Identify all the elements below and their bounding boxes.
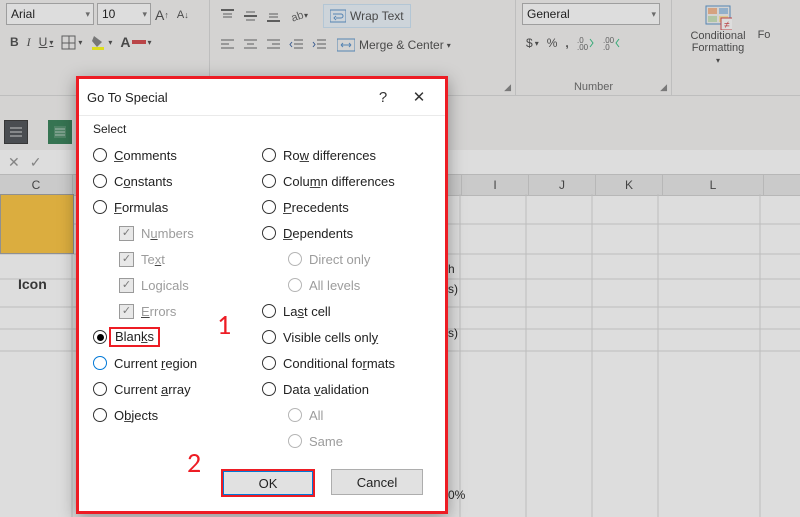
format-table-button[interactable]: Fo xyxy=(751,4,777,66)
radio-row-differences[interactable]: Row differences xyxy=(262,142,431,168)
wrap-text-button[interactable]: Wrap Text xyxy=(323,4,411,28)
orientation-icon[interactable]: ab▾ xyxy=(286,4,311,26)
radio-blanks[interactable]: Blanks xyxy=(93,324,262,350)
decrease-decimal-icon[interactable]: .00.0 xyxy=(600,32,624,54)
increase-decimal-icon[interactable]: .0.00 xyxy=(574,32,598,54)
dialog-launcher-icon[interactable]: ◢ xyxy=(660,82,667,93)
close-button[interactable]: ✕ xyxy=(401,88,437,106)
ok-button[interactable]: OK xyxy=(221,469,315,497)
radio-current-region[interactable]: Current region xyxy=(93,350,262,376)
increase-indent-icon[interactable] xyxy=(309,33,330,55)
radio-data-validation[interactable]: Data validation xyxy=(262,376,431,402)
merge-center-button[interactable]: Merge & Center▾ xyxy=(332,33,456,57)
radio-direct-only: Direct only xyxy=(262,246,431,272)
fill-color-button[interactable]: ▾ xyxy=(87,31,115,53)
italic-button[interactable]: I xyxy=(24,31,34,53)
align-right-icon[interactable] xyxy=(263,33,284,55)
dialog-titlebar[interactable]: Go To Special ? ✕ xyxy=(79,79,445,116)
svg-text:.0: .0 xyxy=(603,43,610,50)
col-header[interactable]: J xyxy=(529,175,596,195)
radio-current-array[interactable]: Current array xyxy=(93,376,262,402)
dialog-title: Go To Special xyxy=(87,90,365,105)
radio-last-cell[interactable]: Last cell xyxy=(262,298,431,324)
number-group-label: Number◢ xyxy=(522,81,665,95)
cancel-button[interactable]: Cancel xyxy=(331,469,423,495)
align-left-icon[interactable] xyxy=(217,33,238,55)
header-text: Icon xyxy=(18,276,47,292)
go-to-special-dialog: Go To Special ? ✕ Select CCommentsomment… xyxy=(76,76,448,514)
percent-button[interactable]: % xyxy=(544,32,561,54)
col-header[interactable]: I xyxy=(462,175,529,195)
align-top-icon[interactable] xyxy=(217,4,238,26)
border-button[interactable]: ▾ xyxy=(58,31,85,53)
check-numbers: Numbers xyxy=(93,220,262,246)
col-header[interactable]: C xyxy=(0,175,73,195)
number-format-combo[interactable]: General xyxy=(522,3,660,25)
decrease-indent-icon[interactable] xyxy=(286,33,307,55)
col-header[interactable]: L xyxy=(663,175,764,195)
radio-constants[interactable]: Constants xyxy=(93,168,262,194)
currency-button[interactable]: $▾ xyxy=(523,32,542,54)
radio-all-levels: All levels xyxy=(262,272,431,298)
select-label: Select xyxy=(93,122,431,136)
radio-dependents[interactable]: Dependents xyxy=(262,220,431,246)
radio-same: Same xyxy=(262,428,431,454)
underline-button[interactable]: U▾ xyxy=(36,31,57,53)
cancel-entry-icon[interactable]: ✕ xyxy=(8,154,20,171)
radio-comments[interactable]: CCommentsomments xyxy=(93,142,262,168)
enter-entry-icon[interactable]: ✓ xyxy=(30,154,42,171)
svg-text:ab: ab xyxy=(290,9,304,23)
check-text: Text xyxy=(93,246,262,272)
radio-precedents[interactable]: Precedents xyxy=(262,194,431,220)
align-center-icon[interactable] xyxy=(240,33,261,55)
bold-button[interactable]: B xyxy=(7,31,22,53)
check-logicals: Logicals xyxy=(93,272,262,298)
radio-conditional-formats[interactable]: Conditional formats xyxy=(262,350,431,376)
font-name-combo[interactable]: Arial xyxy=(6,3,94,25)
svg-text:≠: ≠ xyxy=(724,20,730,30)
align-middle-icon[interactable] xyxy=(240,4,261,26)
annotation-2: 2 xyxy=(187,445,201,480)
toolbar-dark-button[interactable] xyxy=(4,120,28,144)
help-button[interactable]: ? xyxy=(365,89,401,106)
annotation-1: 1 xyxy=(217,307,231,342)
radio-column-differences[interactable]: Column differences xyxy=(262,168,431,194)
comma-button[interactable]: , xyxy=(562,32,571,54)
radio-formulas[interactable]: Formulas xyxy=(93,194,262,220)
increase-font-icon[interactable]: A↑ xyxy=(152,4,172,26)
col-header[interactable]: K xyxy=(596,175,663,195)
font-color-button[interactable]: A▾ xyxy=(117,31,154,53)
font-size-combo[interactable]: 10 xyxy=(97,3,151,25)
decrease-font-icon[interactable]: A↓ xyxy=(174,4,192,26)
radio-all: All xyxy=(262,402,431,428)
align-bottom-icon[interactable] xyxy=(263,4,284,26)
dialog-launcher-icon[interactable]: ◢ xyxy=(504,82,511,93)
radio-objects[interactable]: Objects xyxy=(93,402,262,428)
conditional-formatting-icon: ≠ xyxy=(704,4,732,30)
header-cell[interactable] xyxy=(0,194,74,254)
radio-visible-cells[interactable]: Visible cells only xyxy=(262,324,431,350)
svg-text:.00: .00 xyxy=(577,43,589,50)
check-errors: Errors xyxy=(93,298,262,324)
excel-icon[interactable] xyxy=(48,120,72,144)
conditional-formatting-button[interactable]: ≠ Conditional Formatting ▾ xyxy=(687,4,749,66)
